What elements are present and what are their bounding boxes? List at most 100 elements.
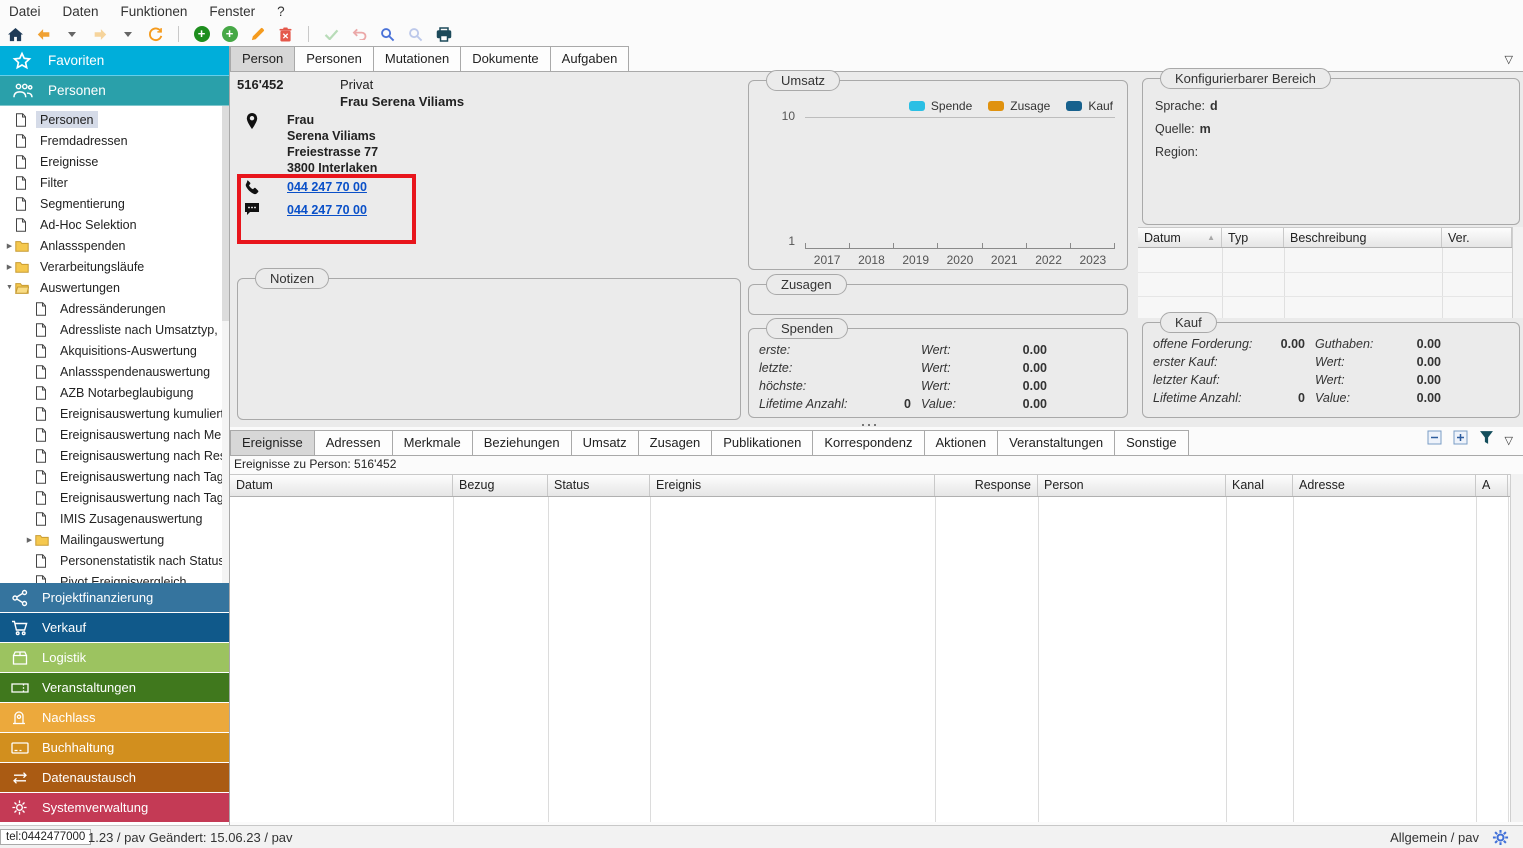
module-veranstaltungen[interactable]: Veranstaltungen (0, 673, 229, 702)
history-table-scrollbar[interactable] (1512, 227, 1523, 318)
refresh-icon[interactable] (146, 25, 165, 43)
tab-mutationen[interactable]: Mutationen (373, 46, 461, 71)
tree-expander-icon[interactable]: ▼ (4, 284, 15, 291)
tree-item-segmentierung[interactable]: Segmentierung (0, 193, 229, 214)
detail-tab-umsatz[interactable]: Umsatz (571, 430, 639, 455)
detail-tab-beziehungen[interactable]: Beziehungen (472, 430, 572, 455)
column-header-response[interactable]: Response (935, 475, 1038, 496)
menu-item-datei[interactable]: Datei (9, 4, 41, 19)
module-verkauf[interactable]: Verkauf (0, 613, 229, 642)
expand-rows-icon[interactable] (1453, 430, 1468, 450)
tree-item-ereignisse[interactable]: Ereignisse (0, 151, 229, 172)
tree-item-adressliste-nach-umsatztyp-re[interactable]: Adressliste nach Umsatztyp, Re (0, 319, 229, 340)
forward-menu-caret-icon[interactable] (118, 25, 137, 43)
column-header-beschreibung[interactable]: Beschreibung (1284, 228, 1442, 247)
module-buchhaltung[interactable]: Buchhaltung (0, 733, 229, 762)
tab-person[interactable]: Person (230, 46, 295, 71)
pledges-group-label: Zusagen (766, 274, 847, 295)
events-table-scrollbar[interactable] (1510, 474, 1523, 822)
back-icon[interactable] (34, 25, 53, 43)
column-header-ver[interactable]: Ver. (1442, 228, 1512, 247)
tree-item-personen[interactable]: Personen (0, 109, 229, 130)
sidebar-section-personen[interactable]: Personen (0, 76, 229, 106)
column-header-datum[interactable]: Datum▲ (1138, 228, 1222, 247)
column-header-kanal[interactable]: Kanal (1226, 475, 1293, 496)
detail-tab-adressen[interactable]: Adressen (314, 430, 393, 455)
search-icon[interactable] (378, 25, 397, 43)
tree-item-ad-hoc-selektion[interactable]: Ad-Hoc Selektion (0, 214, 229, 235)
column-header-person[interactable]: Person (1038, 475, 1226, 496)
tree-item-ereignisauswertung-nach-resp[interactable]: Ereignisauswertung nach Resp (0, 445, 229, 466)
menu-item-daten[interactable]: Daten (63, 4, 99, 19)
tree-expander-icon[interactable]: ▶ (4, 242, 15, 250)
tree-item-imis-zusagenauswertung[interactable]: IMIS Zusagenauswertung (0, 508, 229, 529)
tree-item-personenstatistik-nach-status[interactable]: Personenstatistik nach Status (0, 550, 229, 571)
tree-item-ereignisauswertung-kumuliert-n[interactable]: Ereignisauswertung kumuliert n (0, 403, 229, 424)
menu-item-funktionen[interactable]: Funktionen (121, 4, 188, 19)
document-icon (35, 365, 49, 379)
column-header-bezug[interactable]: Bezug (453, 475, 548, 496)
tab-overflow-dropdown-icon[interactable]: ▽ (1505, 53, 1513, 66)
tree-item-anlassspendenauswertung[interactable]: Anlassspendenauswertung (0, 361, 229, 382)
tab-personen[interactable]: Personen (294, 46, 374, 71)
edit-icon[interactable] (248, 25, 267, 43)
tree-expander-icon[interactable]: ▶ (24, 536, 35, 544)
tree-item-filter[interactable]: Filter (0, 172, 229, 193)
column-header-datum[interactable]: Datum (230, 475, 453, 496)
tree-item-anlassspenden[interactable]: ▶Anlassspenden (0, 235, 229, 256)
tree-item-verarbeitungsläufe[interactable]: ▶Verarbeitungsläufe (0, 256, 229, 277)
detail-tab-sonstige[interactable]: Sonstige (1114, 430, 1189, 455)
confirm-icon[interactable] (322, 25, 341, 43)
detail-tab-zusagen[interactable]: Zusagen (638, 430, 713, 455)
notes-groupbox[interactable]: Notizen (237, 278, 741, 420)
tree-item-fremdadressen[interactable]: Fremdadressen (0, 130, 229, 151)
print-icon[interactable] (434, 25, 453, 43)
column-header-typ[interactable]: Typ (1222, 228, 1284, 247)
detail-overflow-dropdown-icon[interactable]: ▽ (1505, 434, 1513, 447)
column-header-status[interactable]: Status (548, 475, 650, 496)
tree-scrollbar[interactable] (222, 106, 229, 583)
back-menu-caret-icon[interactable] (62, 25, 81, 43)
detail-tab-publikationen[interactable]: Publikationen (711, 430, 813, 455)
detail-tab-veranstaltungen[interactable]: Veranstaltungen (997, 430, 1115, 455)
filter-icon[interactable] (1479, 430, 1494, 450)
column-header-ereignis[interactable]: Ereignis (650, 475, 935, 496)
pane-splitter-handle[interactable] (862, 424, 876, 426)
detail-tab-korrespondenz[interactable]: Korrespondenz (812, 430, 924, 455)
module-nachlass[interactable]: Nachlass (0, 703, 229, 732)
column-header-adresse[interactable]: Adresse (1293, 475, 1476, 496)
tab-aufgaben[interactable]: Aufgaben (550, 46, 630, 71)
collapse-rows-icon[interactable] (1427, 430, 1442, 450)
menu-item-[interactable]: ? (277, 4, 285, 19)
detail-tab-merkmale[interactable]: Merkmale (392, 430, 473, 455)
search-person-icon[interactable] (406, 25, 425, 43)
tree-item-mailingauswertung[interactable]: ▶Mailingauswertung (0, 529, 229, 550)
tree-item-auswertungen[interactable]: ▼Auswertungen (0, 277, 229, 298)
tree-item-adressänderungen[interactable]: Adressänderungen (0, 298, 229, 319)
menu-item-fenster[interactable]: Fenster (209, 4, 255, 19)
settings-gear-icon[interactable] (1492, 829, 1509, 846)
tree-item-ereignisauswertung-nach-tager[interactable]: Ereignisauswertung nach Tager (0, 466, 229, 487)
tree-expander-icon[interactable]: ▶ (4, 263, 15, 271)
tab-dokumente[interactable]: Dokumente (460, 46, 550, 71)
module-projektfinanzierung[interactable]: Projektfinanzierung (0, 583, 229, 612)
duplicate-record-icon[interactable]: + (220, 25, 239, 43)
forward-icon[interactable] (90, 25, 109, 43)
column-header-a[interactable]: A (1476, 475, 1508, 496)
home-icon[interactable] (6, 25, 25, 43)
detail-tab-ereignisse[interactable]: Ereignisse (230, 430, 315, 455)
tree-item-ereignisauswertung-nach-merkr[interactable]: Ereignisauswertung nach Merkr (0, 424, 229, 445)
delete-icon[interactable] (276, 25, 295, 43)
detail-tab-aktionen[interactable]: Aktionen (924, 430, 999, 455)
add-record-icon[interactable]: + (192, 25, 211, 43)
tree-item-akquisitions-auswertung[interactable]: Akquisitions-Auswertung (0, 340, 229, 361)
module-systemverwaltung[interactable]: Systemverwaltung (0, 793, 229, 822)
sidebar-section-favoriten[interactable]: Favoriten (0, 46, 229, 76)
document-icon (15, 134, 29, 148)
module-datenaustausch[interactable]: Datenaustausch (0, 763, 229, 792)
undo-icon[interactable] (350, 25, 369, 43)
tree-item-pivot-ereignisvergleich[interactable]: Pivot Ereignisvergleich (0, 571, 229, 583)
tree-item-ereignisauswertung-nach-tager[interactable]: Ereignisauswertung nach Tager (0, 487, 229, 508)
module-logistik[interactable]: Logistik (0, 643, 229, 672)
tree-item-azb-notarbeglaubigung[interactable]: AZB Notarbeglaubigung (0, 382, 229, 403)
